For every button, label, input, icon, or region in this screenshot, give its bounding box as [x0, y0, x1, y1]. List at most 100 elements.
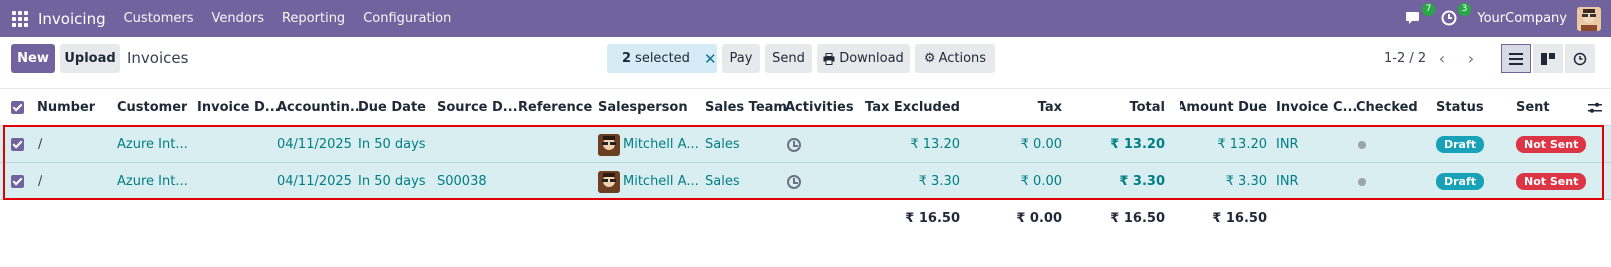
total-tax: ₹ 0.00 — [1016, 211, 1062, 226]
activity-clock-icon[interactable] — [787, 126, 801, 163]
optional-columns-icon[interactable] — [1588, 89, 1602, 126]
cell-invoice-currency: INR — [1276, 137, 1299, 152]
col-checked[interactable]: Checked — [1356, 89, 1418, 126]
activities-count-badge: 3 — [1457, 2, 1472, 16]
table-totals-row: ₹ 16.50 ₹ 0.00 ₹ 16.50 ₹ 16.50 — [0, 200, 1611, 237]
clear-selection-icon[interactable]: ✕ — [704, 50, 717, 68]
messages-icon[interactable]: 7 — [1405, 2, 1436, 28]
col-tax[interactable]: Tax — [990, 89, 1062, 126]
total-tax-excluded: ₹ 16.50 — [905, 211, 960, 226]
menu-reporting[interactable]: Reporting — [282, 11, 345, 26]
activities-clock-icon[interactable]: 3 — [1441, 2, 1472, 28]
cell-total: ₹ 13.20 — [1110, 137, 1165, 152]
col-due-date[interactable]: Due Date — [358, 89, 426, 126]
sent-badge: Not Sent — [1516, 126, 1587, 163]
list-view-icon[interactable] — [1501, 44, 1531, 73]
cell-sales-team: Sales — [705, 174, 740, 189]
control-panel: New Upload Invoices 2 selected ✕ Pay Sen… — [0, 37, 1611, 89]
total-amount-due: ₹ 16.50 — [1212, 211, 1267, 226]
col-total[interactable]: Total — [1090, 89, 1165, 126]
col-amount-due[interactable]: Amount Due — [1180, 89, 1267, 126]
activity-clock-icon[interactable] — [787, 163, 801, 200]
pay-button[interactable]: Pay — [722, 44, 760, 73]
kanban-view-icon[interactable] — [1533, 44, 1563, 73]
pager-value[interactable]: 1-2 / 2 — [1384, 51, 1426, 66]
send-button[interactable]: Send — [765, 44, 812, 73]
select-all-checkbox[interactable] — [11, 89, 24, 126]
company-switcher[interactable]: YourCompany — [1477, 11, 1567, 26]
menu-customers[interactable]: Customers — [124, 11, 194, 26]
cell-customer[interactable]: Azure Int... — [117, 126, 192, 163]
cell-due-date: In 50 days — [358, 174, 426, 189]
col-invoice-currency[interactable]: Invoice C... — [1276, 89, 1357, 126]
menu-vendors[interactable]: Vendors — [212, 11, 264, 26]
col-accounting-date[interactable]: Accountin... — [277, 89, 365, 126]
cell-accounting-date: 04/11/2025 — [277, 137, 352, 152]
user-avatar[interactable] — [1577, 6, 1601, 31]
table-row[interactable]: / Azure Int... 04/11/2025 In 50 days Mit… — [0, 126, 1611, 163]
new-button[interactable]: New — [11, 44, 55, 73]
checked-indicator — [1358, 163, 1366, 200]
table-header: Number Customer Invoice D... Accountin..… — [0, 89, 1611, 126]
col-activities[interactable]: Activities — [785, 89, 854, 126]
cell-salesperson[interactable]: Mitchell A... — [598, 163, 699, 200]
gear-icon: ⚙ — [923, 51, 936, 66]
row-checkbox[interactable] — [11, 163, 24, 200]
page-title: Invoices — [127, 49, 189, 67]
cell-number: / — [38, 174, 43, 189]
menu-configuration[interactable]: Configuration — [363, 11, 451, 26]
cell-number: / — [38, 137, 43, 152]
pager-next-icon[interactable]: › — [1458, 44, 1484, 73]
actions-button[interactable]: ⚙ Actions — [915, 44, 995, 73]
sent-badge: Not Sent — [1516, 163, 1587, 200]
cell-source-document: S00038 — [437, 174, 487, 189]
printer-icon — [823, 52, 835, 65]
download-button[interactable]: Download — [817, 44, 910, 73]
col-tax-excluded[interactable]: Tax Excluded — [860, 89, 960, 126]
cell-amount-due: ₹ 3.30 — [1225, 174, 1267, 189]
table-row[interactable]: / Azure Int... 04/11/2025 In 50 days S00… — [0, 163, 1611, 200]
status-badge: Draft — [1436, 163, 1485, 200]
top-navbar: Invoicing Customers Vendors Reporting Co… — [0, 0, 1611, 37]
upload-button[interactable]: Upload — [60, 44, 120, 73]
row-checkbox[interactable] — [11, 126, 24, 163]
cell-salesperson[interactable]: Mitchell A... — [598, 126, 699, 163]
col-sales-team[interactable]: Sales Team — [705, 89, 787, 126]
col-source-document[interactable]: Source D... — [437, 89, 518, 126]
checked-indicator — [1358, 126, 1366, 163]
total-total: ₹ 16.50 — [1110, 211, 1165, 226]
salesperson-avatar — [598, 170, 620, 193]
cell-tax: ₹ 0.00 — [1020, 174, 1062, 189]
cell-tax-excluded: ₹ 3.30 — [918, 174, 960, 189]
cell-amount-due: ₹ 13.20 — [1217, 137, 1267, 152]
cell-customer[interactable]: Azure Int... — [117, 163, 192, 200]
col-invoice-date[interactable]: Invoice D... — [197, 89, 280, 126]
actions-label: Actions — [938, 51, 987, 66]
cell-tax-excluded: ₹ 13.20 — [910, 137, 960, 152]
cell-tax: ₹ 0.00 — [1020, 137, 1062, 152]
download-label: Download — [839, 51, 904, 66]
apps-menu-icon[interactable] — [12, 10, 28, 27]
salesperson-name: Mitchell A... — [623, 137, 699, 152]
cell-total: ₹ 3.30 — [1119, 174, 1165, 189]
col-number[interactable]: Number — [37, 89, 95, 126]
status-badge: Draft — [1436, 126, 1485, 163]
pager-previous-icon[interactable]: ‹ — [1429, 44, 1455, 73]
app-name[interactable]: Invoicing — [38, 10, 106, 28]
salesperson-avatar — [598, 133, 620, 156]
selected-count: 2 — [622, 51, 632, 66]
cell-accounting-date: 04/11/2025 — [277, 174, 352, 189]
selected-label: selected — [635, 51, 690, 66]
salesperson-name: Mitchell A... — [623, 174, 699, 189]
cell-sales-team: Sales — [705, 137, 740, 152]
col-salesperson[interactable]: Salesperson — [598, 89, 688, 126]
activity-view-icon[interactable] — [1565, 44, 1595, 73]
selection-indicator: 2 selected ✕ — [607, 44, 717, 73]
col-reference[interactable]: Reference — [518, 89, 592, 126]
cell-invoice-currency: INR — [1276, 174, 1299, 189]
col-customer[interactable]: Customer — [117, 89, 187, 126]
messages-count-badge: 7 — [1421, 2, 1436, 16]
cell-due-date: In 50 days — [358, 137, 426, 152]
col-status[interactable]: Status — [1436, 89, 1484, 126]
col-sent[interactable]: Sent — [1516, 89, 1550, 126]
